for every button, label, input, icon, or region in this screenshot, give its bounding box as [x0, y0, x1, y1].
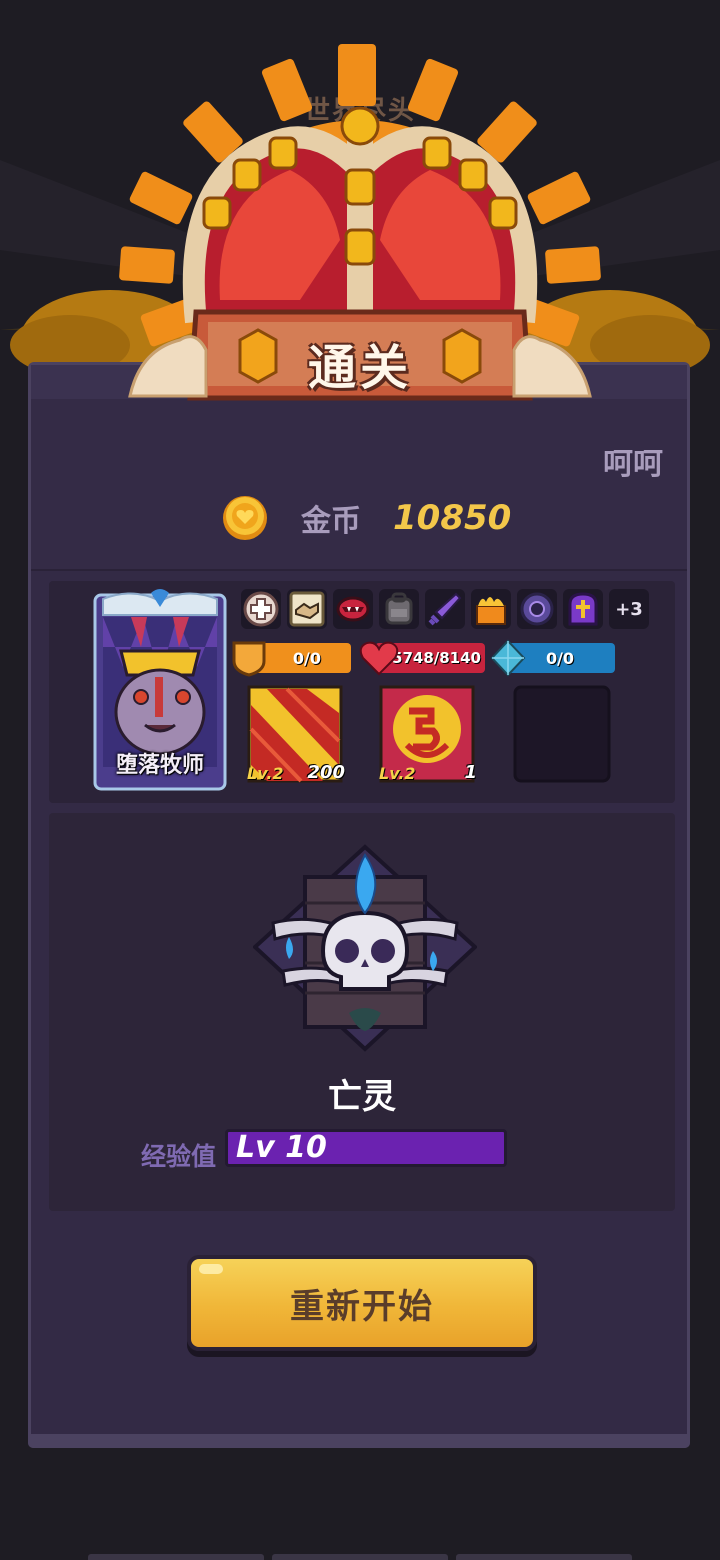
- relic-slot-3[interactable]: [333, 589, 373, 629]
- relic-slot-5[interactable]: [425, 589, 465, 629]
- handle-bar: [456, 1554, 632, 1560]
- relic-slot-8[interactable]: [563, 589, 603, 629]
- tombstone-cross-icon: [568, 592, 598, 626]
- magic-compass-icon: [520, 592, 554, 626]
- bottom-handle-bars: [88, 1554, 632, 1560]
- empty-slot-icon: [513, 685, 611, 783]
- hero-name: 堕落牧师: [115, 753, 204, 778]
- shield-icon: [232, 641, 266, 677]
- relic-row: +3: [241, 589, 649, 629]
- equipment-level: Lv.2: [247, 764, 284, 783]
- coin-value: 10850: [393, 498, 512, 538]
- gold-coin-icon: [223, 496, 267, 540]
- purple-sword-icon: [428, 592, 462, 626]
- coin-row: 金币 10850: [221, 493, 511, 543]
- clear-title: 通关: [307, 340, 412, 396]
- heart-icon: [359, 641, 399, 676]
- equipment-count: 1: [464, 762, 477, 783]
- class-panel: 亡灵 经验值 Lv 10: [49, 813, 675, 1211]
- relic-slot-6[interactable]: [471, 589, 511, 629]
- undead-skull-emblem-icon: [253, 844, 477, 1052]
- more-relics-badge[interactable]: +3: [609, 589, 649, 629]
- mana-stat: 0/0: [489, 639, 617, 677]
- coin-label: 金币: [301, 504, 361, 539]
- relic-slot-2[interactable]: [287, 589, 327, 629]
- equipment-slot-1[interactable]: Lv.2 200: [247, 685, 345, 783]
- panel-bottom-bar: [28, 1434, 690, 1448]
- handle-bar: [272, 1554, 448, 1560]
- handle-bar: [88, 1554, 264, 1560]
- relic-slot-4[interactable]: [379, 589, 419, 629]
- exp-label: 经验值: [141, 1142, 217, 1171]
- shield-stat: 0/0: [231, 639, 357, 677]
- player-username: 呵呵: [603, 447, 663, 482]
- equipment-count: 200: [307, 762, 345, 783]
- relic-slot-1[interactable]: [241, 589, 281, 629]
- fanged-mouth-icon: [336, 596, 370, 622]
- restart-button[interactable]: 重新开始: [187, 1255, 537, 1351]
- result-panel: 呵呵 金币 10850 堕落牧师 +3 0/0 5748/8140 0/0 Lv…: [28, 362, 690, 1448]
- handshake-icon: [289, 591, 325, 627]
- exp-level-text: Lv 10: [236, 1130, 327, 1165]
- equipment-slot-2[interactable]: Lv.2 1: [379, 685, 477, 783]
- exp-bar: Lv 10: [225, 1129, 507, 1167]
- medical-cross-icon: [243, 591, 279, 627]
- hero-panel: 堕落牧师 +3 0/0 5748/8140 0/0 Lv.2 200 Lv.2 …: [49, 581, 675, 803]
- fire-chest-icon: [476, 597, 506, 625]
- crystal-icon: [490, 639, 526, 677]
- health-stat: 5748/8140: [359, 639, 485, 676]
- equipment-slot-3-empty[interactable]: [513, 685, 611, 783]
- equipment-level: Lv.2: [379, 764, 416, 783]
- panel-header: 呵呵 金币 10850: [31, 399, 687, 571]
- backpack-icon: [385, 592, 413, 625]
- class-name: 亡灵: [328, 1077, 396, 1117]
- relic-slot-7[interactable]: [517, 589, 557, 629]
